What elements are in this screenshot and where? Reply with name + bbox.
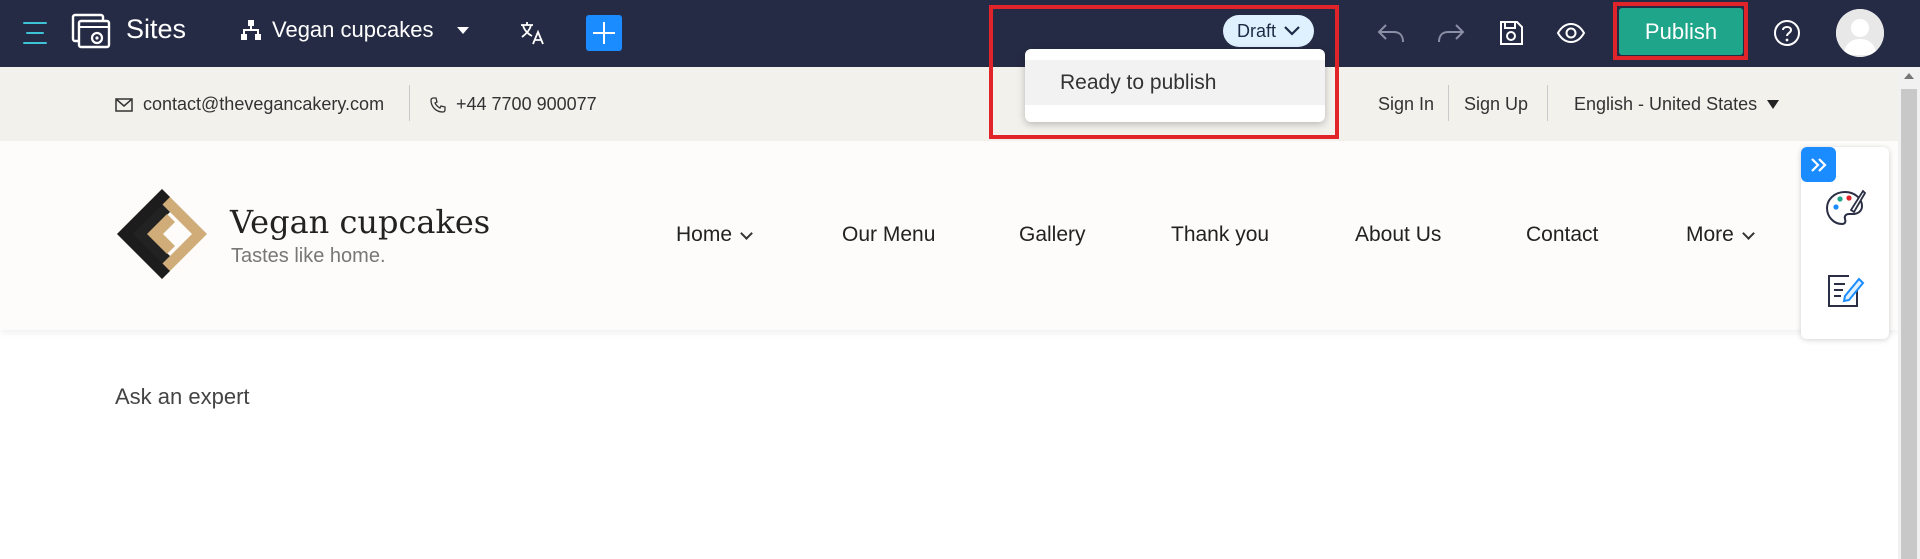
chevron-down-icon bbox=[457, 26, 470, 34]
menu-icon[interactable] bbox=[20, 18, 50, 48]
site-name: Vegan cupcakes bbox=[272, 17, 434, 42]
sign-up-link[interactable]: Sign Up bbox=[1464, 94, 1528, 115]
nav-label: More bbox=[1686, 223, 1734, 246]
brand-tagline: Tastes like home. bbox=[231, 245, 386, 267]
save-icon[interactable] bbox=[1495, 17, 1527, 49]
nav-label: About Us bbox=[1355, 223, 1442, 246]
palette-icon[interactable] bbox=[1823, 186, 1867, 230]
redo-icon[interactable] bbox=[1435, 17, 1467, 49]
chevron-down-icon bbox=[740, 226, 753, 240]
language-label: English - United States bbox=[1574, 94, 1758, 114]
translate-icon[interactable] bbox=[518, 18, 548, 48]
language-selector[interactable]: English - United States bbox=[1574, 94, 1780, 115]
sites-logo-icon bbox=[71, 12, 113, 52]
brand-name[interactable]: Vegan cupcakes bbox=[230, 203, 490, 241]
edit-content-icon[interactable] bbox=[1823, 268, 1867, 312]
scroll-thumb[interactable] bbox=[1901, 89, 1917, 559]
content-text[interactable]: Ask an expert bbox=[115, 384, 250, 410]
divider bbox=[409, 85, 410, 121]
nav-label: Thank you bbox=[1171, 223, 1270, 246]
divider bbox=[1448, 85, 1449, 121]
sitemap-icon bbox=[241, 20, 261, 40]
scroll-up-arrow-icon[interactable] bbox=[1904, 73, 1914, 79]
nav-contact[interactable]: Contact bbox=[1526, 223, 1598, 247]
sign-in-link[interactable]: Sign In bbox=[1378, 94, 1434, 115]
contact-phone[interactable]: +44 7700 900077 bbox=[430, 94, 597, 115]
nav-more[interactable]: More bbox=[1686, 223, 1755, 247]
mail-icon bbox=[115, 97, 133, 112]
nav-home[interactable]: Home bbox=[676, 223, 753, 247]
builder-toolbar: Sites Vegan cupcakes Draft Publish bbox=[0, 0, 1920, 67]
app-title: Sites bbox=[126, 14, 187, 44]
nav-label: Home bbox=[676, 223, 733, 246]
chevron-down-icon bbox=[1741, 226, 1755, 240]
brand-logo[interactable] bbox=[112, 184, 212, 284]
nav-our-menu[interactable]: Our Menu bbox=[842, 223, 935, 247]
nav-about-us[interactable]: About Us bbox=[1355, 223, 1441, 247]
divider bbox=[1547, 85, 1548, 121]
site-selector[interactable]: Vegan cupcakes bbox=[240, 17, 470, 43]
add-element-button[interactable] bbox=[586, 15, 622, 51]
nav-label: Our Menu bbox=[842, 223, 936, 246]
status-label: Draft bbox=[1237, 20, 1277, 41]
contact-email[interactable]: contact@thevegancakery.com bbox=[115, 94, 384, 115]
double-chevron-right-icon[interactable] bbox=[1801, 147, 1836, 182]
publish-button[interactable]: Publish bbox=[1619, 8, 1743, 55]
nav-label: Contact bbox=[1526, 223, 1599, 246]
phone-icon bbox=[430, 96, 446, 113]
status-option-ready-to-publish[interactable]: Ready to publish bbox=[1025, 60, 1325, 105]
site-infobar: contact@thevegancakery.com +44 7700 9000… bbox=[0, 67, 1898, 141]
nav-thank-you[interactable]: Thank you bbox=[1171, 223, 1269, 247]
nav-gallery[interactable]: Gallery bbox=[1019, 223, 1086, 247]
avatar[interactable] bbox=[1836, 9, 1884, 57]
chevron-down-icon bbox=[1284, 26, 1300, 36]
email-text: contact@thevegancakery.com bbox=[143, 94, 385, 114]
preview-eye-icon[interactable] bbox=[1555, 17, 1587, 49]
caret-down-icon bbox=[1767, 100, 1780, 109]
status-dropdown-toggle[interactable]: Draft bbox=[1223, 15, 1315, 47]
status-dropdown-menu: Ready to publish bbox=[1025, 49, 1325, 122]
site-header: Vegan cupcakes Tastes like home. Home Ou… bbox=[0, 141, 1898, 330]
phone-text: +44 7700 900077 bbox=[456, 94, 597, 114]
help-icon[interactable] bbox=[1771, 17, 1803, 49]
undo-icon[interactable] bbox=[1375, 17, 1407, 49]
nav-label: Gallery bbox=[1019, 223, 1086, 246]
